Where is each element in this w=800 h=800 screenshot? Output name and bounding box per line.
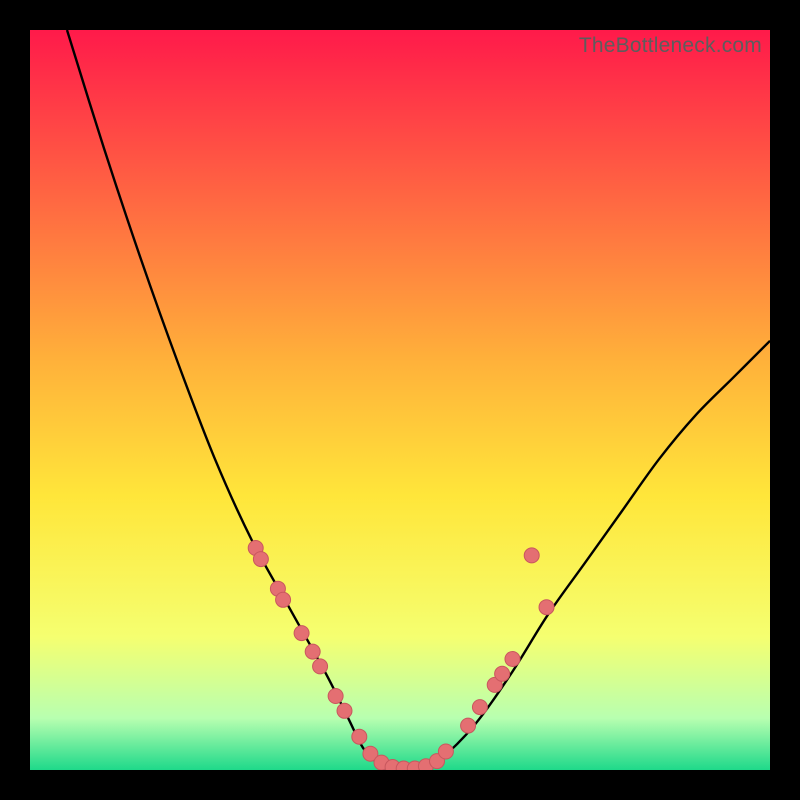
marker-dot [253,552,268,567]
marker-dot [495,666,510,681]
marker-dot [472,700,487,715]
marker-dot [313,659,328,674]
marker-dot [461,718,476,733]
marker-dot [305,644,320,659]
marker-dot [294,626,309,641]
marker-dot [505,652,520,667]
marker-dot [524,548,539,563]
marker-dot [352,729,367,744]
marker-group [248,541,554,771]
bottleneck-curve [67,30,770,770]
marker-dot [438,744,453,759]
marker-dot [328,689,343,704]
chart-frame: TheBottleneck.com [0,0,800,800]
plot-area: TheBottleneck.com [30,30,770,770]
curve-layer [30,30,770,770]
watermark-text: TheBottleneck.com [579,34,762,58]
marker-dot [539,600,554,615]
marker-dot [337,703,352,718]
marker-dot [276,592,291,607]
